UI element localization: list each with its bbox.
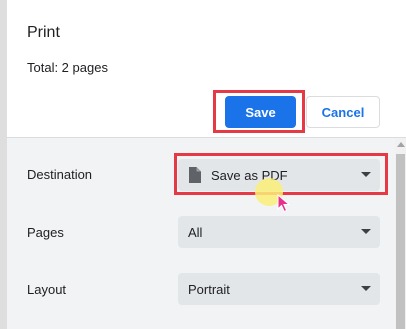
- page-count-summary: Total: 2 pages: [27, 60, 108, 75]
- layout-label: Layout: [27, 282, 67, 297]
- pages-value: All: [188, 225, 203, 240]
- print-dialog-header: Print Total: 2 pages Save Cancel: [7, 0, 406, 137]
- chevron-down-icon: [361, 286, 371, 291]
- dialog-title: Print: [27, 24, 60, 41]
- chevron-down-icon: [361, 229, 371, 234]
- pages-label: Pages: [27, 225, 64, 240]
- scrollbar-thumb[interactable]: [396, 154, 405, 329]
- pages-select[interactable]: All: [178, 216, 380, 248]
- scroll-up-arrow-icon[interactable]: [397, 142, 405, 147]
- cancel-button[interactable]: Cancel: [306, 96, 380, 128]
- layout-value: Portrait: [188, 282, 230, 297]
- mouse-pointer-icon: [277, 193, 291, 218]
- scrollbar[interactable]: [395, 138, 406, 329]
- page-preview-edge: [0, 0, 7, 329]
- destination-label: Destination: [27, 167, 93, 182]
- save-button-highlight: [213, 90, 305, 133]
- layout-select[interactable]: Portrait: [178, 273, 380, 305]
- print-dialog: Print Total: 2 pages Save Cancel Destina…: [7, 0, 406, 329]
